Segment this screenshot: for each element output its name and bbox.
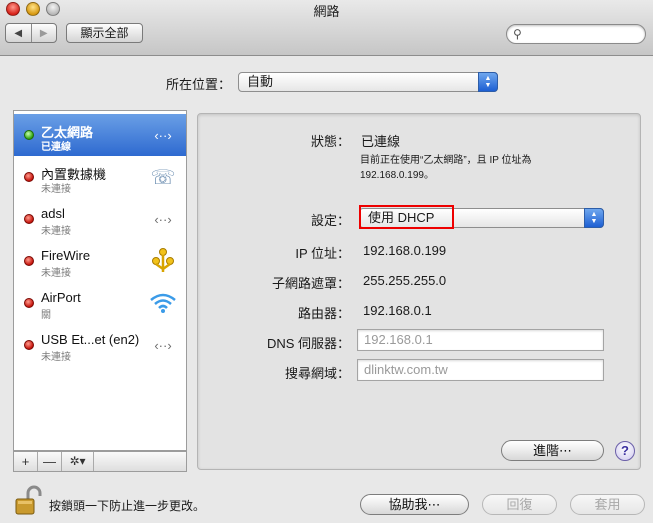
status-description-line: 目前正在使用“乙太網路”，且 IP 位址為 xyxy=(360,155,532,166)
subnet-value: 255.255.255.0 xyxy=(363,273,447,288)
ethernet-icon: ‹··› xyxy=(154,337,172,353)
disconnected-status-dot xyxy=(24,256,34,266)
connected-status-dot xyxy=(24,130,34,140)
show-all-button[interactable]: 顯示全部 xyxy=(66,23,143,43)
service-status: 已連線 xyxy=(41,142,71,153)
disconnected-status-dot xyxy=(24,298,34,308)
firewire-icon xyxy=(148,248,178,274)
ip-label: IP 位址： xyxy=(295,246,350,261)
service-item-usb-ethernet[interactable]: USB Et...et (en2) 未連接 ‹··› xyxy=(14,324,186,366)
disconnected-status-dot xyxy=(24,172,34,182)
status-label: 狀態： xyxy=(310,134,350,149)
status-description-line: 192.168.0.199。 xyxy=(360,170,434,181)
window-title: 網路 xyxy=(313,4,340,19)
status-value: 已連線 xyxy=(361,134,401,149)
service-status: 未連接 xyxy=(41,184,71,195)
service-item-modem[interactable]: 內置數據機 未連接 ☏ xyxy=(14,156,186,198)
service-name: AirPort xyxy=(41,290,81,305)
service-item-airport[interactable]: AirPort 關 xyxy=(14,282,186,324)
lock-message: 按鎖頭一下防止進一步更改。 xyxy=(49,499,206,513)
lock-icon[interactable] xyxy=(14,485,42,515)
search-domain-label: 搜尋網域： xyxy=(284,366,350,381)
help-button[interactable]: ? xyxy=(615,441,635,461)
service-name: FireWire xyxy=(41,248,91,263)
service-item-ethernet[interactable]: 乙太網路 已連線 ‹··› xyxy=(14,114,186,156)
ethernet-icon: ‹··› xyxy=(154,127,172,143)
config-label: 設定： xyxy=(310,213,350,228)
advanced-button[interactable]: 進階⋯ xyxy=(501,440,604,461)
airport-wifi-icon xyxy=(148,290,178,316)
search-domain-field[interactable]: dlinktw.com.tw xyxy=(357,359,604,381)
service-status: 關 xyxy=(41,310,51,321)
annotation-highlight-box xyxy=(359,205,454,229)
revert-button[interactable]: 回復 xyxy=(482,494,557,515)
window-toolbar: 網路 ◀ ▶ 顯示全部 ⚲ xyxy=(0,0,653,56)
assist-me-button[interactable]: 協助我⋯ xyxy=(360,494,469,515)
service-name: USB Et...et (en2) xyxy=(41,332,140,347)
service-name: adsl xyxy=(41,206,65,221)
popup-arrows-icon: ▲ ▼ xyxy=(584,208,604,228)
back-forward-control: ◀ ▶ xyxy=(5,23,57,43)
location-popup[interactable]: 自動 ▲ ▼ xyxy=(238,72,498,92)
add-service-button[interactable]: + xyxy=(14,452,38,471)
dns-label: DNS 伺服器： xyxy=(266,336,350,351)
modem-phone-icon: ☏ xyxy=(150,166,176,189)
subnet-label: 子網路遮罩： xyxy=(271,276,350,291)
apply-button[interactable]: 套用 xyxy=(570,494,645,515)
service-item-firewire[interactable]: FireWire 未連接 xyxy=(14,240,186,282)
service-status: 未連接 xyxy=(41,352,71,363)
status-description: 目前正在使用“乙太網路”，且 IP 位址為 192.168.0.199。 xyxy=(360,153,620,183)
dns-field[interactable]: 192.168.0.1 xyxy=(357,329,604,351)
gear-icon[interactable]: ✲▾ xyxy=(62,452,94,471)
location-label: 所在位置： xyxy=(166,77,232,92)
service-item-adsl[interactable]: adsl 未連接 ‹··› xyxy=(14,198,186,240)
search-icon: ⚲ xyxy=(513,27,522,41)
service-status: 未連接 xyxy=(41,268,71,279)
service-list-toolbar: + — ✲▾ xyxy=(13,451,187,472)
popup-arrows-icon: ▲ ▼ xyxy=(478,72,498,92)
service-list: 乙太網路 已連線 ‹··› 內置數據機 未連接 ☏ adsl 未連接 ‹··› … xyxy=(13,110,187,451)
disconnected-status-dot xyxy=(24,214,34,224)
ip-value: 192.168.0.199 xyxy=(363,243,447,258)
forward-button[interactable]: ▶ xyxy=(30,24,57,42)
disconnected-status-dot xyxy=(24,340,34,350)
location-value: 自動 xyxy=(247,74,274,89)
search-field[interactable]: ⚲ xyxy=(506,24,646,44)
service-status: 未連接 xyxy=(41,226,71,237)
router-value: 192.168.0.1 xyxy=(363,303,432,318)
router-label: 路由器： xyxy=(297,306,350,321)
remove-service-button[interactable]: — xyxy=(38,452,62,471)
back-button[interactable]: ◀ xyxy=(6,24,31,42)
ethernet-icon: ‹··› xyxy=(154,211,172,227)
